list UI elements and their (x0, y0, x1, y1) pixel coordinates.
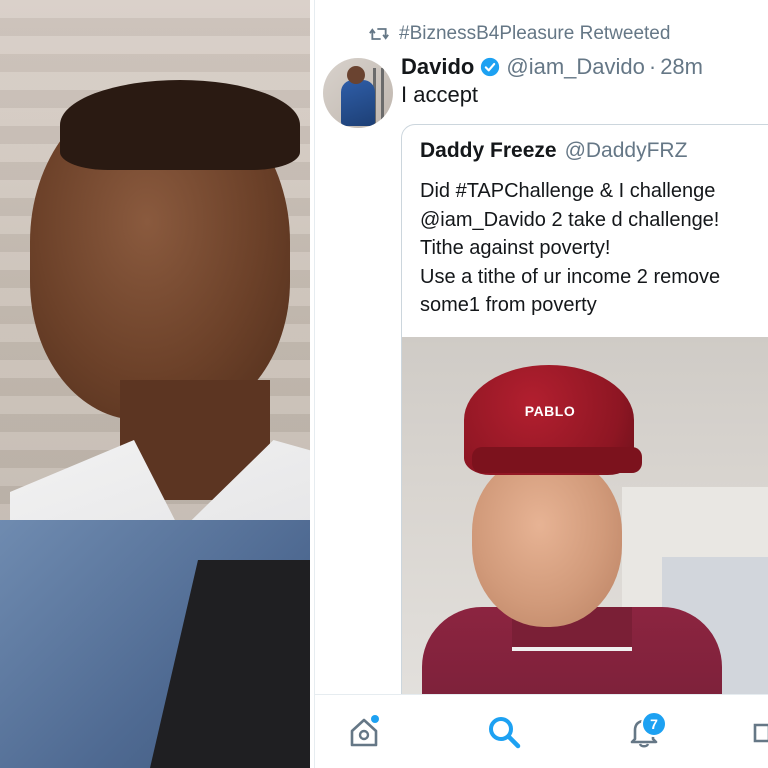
profile-photo-left (0, 0, 310, 768)
bottom-nav-bar: 7 (315, 694, 768, 768)
tweet-author-row: Davido @iam_Davido · 28m (401, 52, 703, 82)
avatar-figure-body (341, 80, 375, 126)
quoted-text-line: Tithe against poverty! (420, 237, 611, 259)
nav-notifications-button[interactable]: 7 (617, 705, 671, 759)
nav-messages-button[interactable] (751, 705, 768, 759)
media-person-face (472, 457, 622, 627)
quoted-text-line: @iam_Davido 2 take d challenge! (420, 208, 720, 231)
quoted-text-line: some1 from poverty (420, 294, 597, 316)
avatar-figure-head (347, 66, 365, 84)
search-icon (489, 717, 521, 749)
tweet-text: I accept (401, 82, 479, 107)
nav-home-button[interactable] (337, 705, 391, 759)
avatar[interactable] (323, 58, 393, 128)
quoted-text-line: Use a tithe of ur income 2 remove (420, 265, 721, 288)
notifications-badge: 7 (641, 711, 667, 737)
nav-search-button[interactable] (477, 705, 531, 759)
quoted-text-line: Did #TAPChallenge & I challenge (420, 180, 716, 202)
author-display-name[interactable]: Davido (401, 54, 474, 80)
retweet-label: #BiznessB4Pleasure Retweeted (399, 23, 671, 44)
quoted-tweet-header: Daddy Freeze @DaddyFRZ (420, 139, 687, 163)
quoted-author-handle: @DaddyFRZ (564, 139, 688, 162)
media-cap-logo: PABLO (524, 403, 576, 419)
quoted-author-name: Daddy Freeze (420, 139, 557, 162)
quoted-tweet-text: Did #TAPChallenge & I challenge @iam_Dav… (420, 177, 720, 320)
verified-badge-icon (481, 57, 500, 77)
retweet-context[interactable]: #BiznessB4Pleasure Retweeted (369, 22, 670, 46)
author-handle[interactable]: @iam_Davido (506, 54, 645, 80)
tweet-screenshot: #BiznessB4Pleasure Retweeted Davido @iam… (314, 0, 768, 768)
photo-hair (60, 80, 300, 170)
retweet-icon (369, 28, 389, 40)
home-unread-dot (371, 715, 379, 723)
avatar-rail (381, 68, 384, 126)
media-cap-brim (472, 447, 642, 473)
meta-separator: · (648, 54, 657, 79)
messages-icon (753, 723, 768, 743)
tweet-timestamp[interactable]: 28m (660, 54, 703, 80)
quoted-tweet-card[interactable]: Daddy Freeze @DaddyFRZ Did #TAPChallenge… (401, 124, 768, 768)
